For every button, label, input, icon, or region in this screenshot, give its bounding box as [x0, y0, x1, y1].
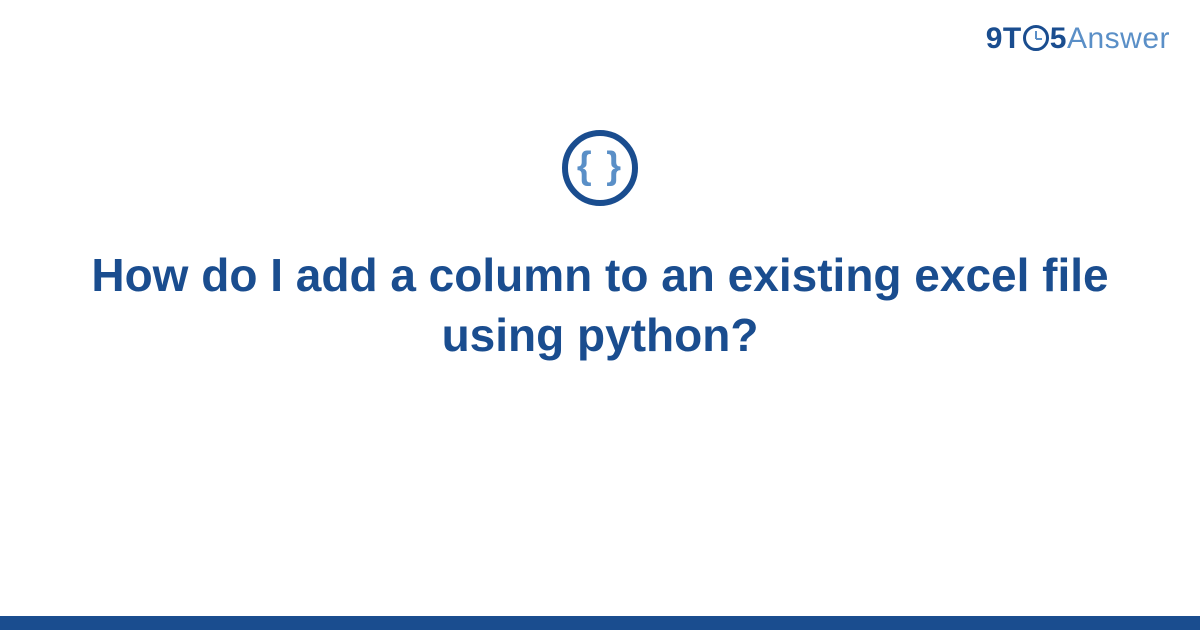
clock-icon — [1023, 25, 1049, 51]
main-content: { } How do I add a column to an existing… — [0, 130, 1200, 366]
category-icon-circle: { } — [562, 130, 638, 206]
site-logo: 9T 5Answer — [986, 22, 1170, 56]
question-title: How do I add a column to an existing exc… — [90, 246, 1110, 366]
logo-part-5: 5 — [1050, 22, 1067, 55]
logo-part-9t: 9T — [986, 22, 1022, 55]
logo-part-answer: Answer — [1067, 22, 1170, 55]
code-braces-icon: { } — [577, 147, 623, 185]
footer-accent-bar — [0, 616, 1200, 630]
